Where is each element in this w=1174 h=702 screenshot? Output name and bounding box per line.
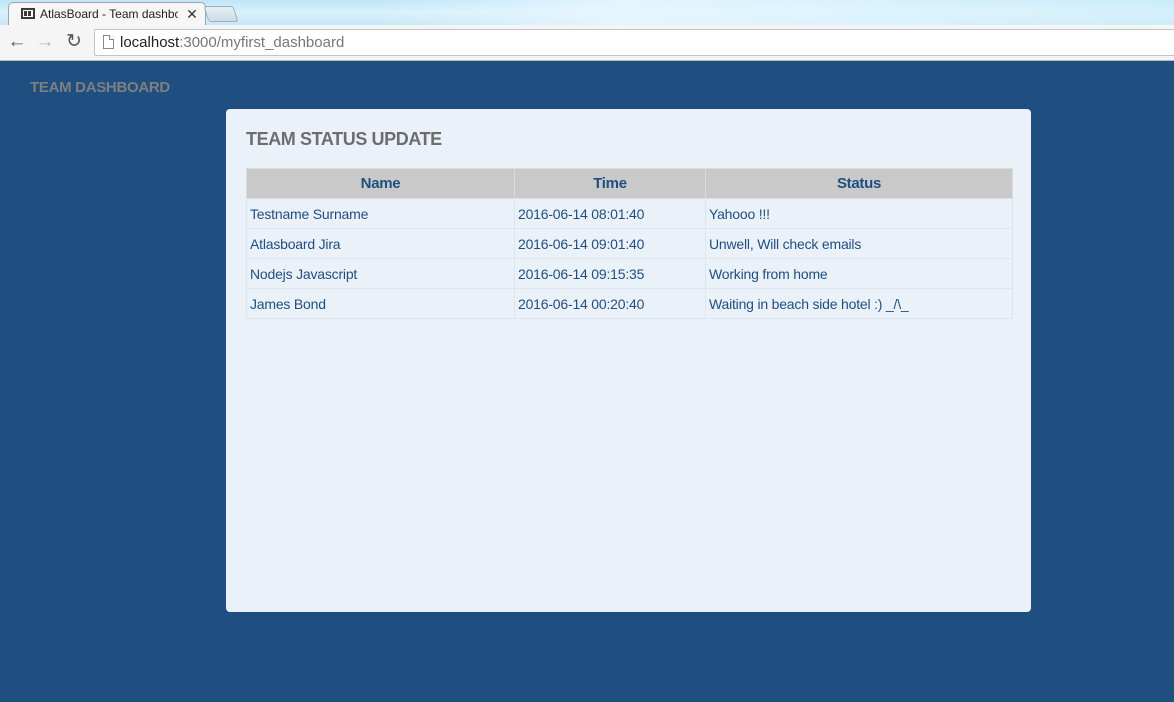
address-bar[interactable]: localhost:3000/myfirst_dashboard	[94, 29, 1174, 56]
status-table: Name Time Status Testname Surname 2016-0…	[246, 168, 1013, 319]
cell-status: Waiting in beach side hotel :) _/\_	[705, 288, 1013, 319]
dashboard-favicon-icon	[21, 8, 35, 19]
table-row: Nodejs Javascript 2016-06-14 09:15:35 Wo…	[246, 258, 1013, 289]
browser-chrome: AtlasBoard - Team dashboard ✕ ← → ↻ loca…	[0, 0, 1174, 61]
tab-title: AtlasBoard - Team dashboard	[40, 7, 178, 21]
table-row: Atlasboard Jira 2016-06-14 09:01:40 Unwe…	[246, 228, 1013, 259]
cell-status: Yahooo !!!	[705, 198, 1013, 229]
url-host: localhost	[120, 34, 180, 51]
cell-name: Atlasboard Jira	[246, 228, 515, 259]
url-path: :3000/myfirst_dashboard	[179, 34, 345, 51]
table-header-row: Name Time Status	[246, 168, 1013, 199]
team-status-widget: TEAM STATUS UPDATE Name Time Status Test…	[226, 109, 1031, 612]
cell-time: 2016-06-14 00:20:40	[514, 288, 706, 319]
cell-time: 2016-06-14 09:15:35	[514, 258, 706, 289]
new-tab-button[interactable]	[203, 6, 239, 22]
browser-tab[interactable]: AtlasBoard - Team dashboard ✕	[8, 2, 206, 25]
back-arrow-icon[interactable]: ←	[5, 28, 29, 56]
url-text[interactable]: localhost:3000/myfirst_dashboard	[120, 34, 344, 52]
column-header-time: Time	[514, 168, 706, 199]
column-header-name: Name	[246, 168, 515, 199]
page-icon	[103, 35, 114, 49]
widget-title: TEAM STATUS UPDATE	[246, 129, 442, 149]
dashboard-title: TEAM DASHBOARD	[30, 79, 170, 96]
table-row: James Bond 2016-06-14 00:20:40 Waiting i…	[246, 288, 1013, 319]
cell-name: Testname Surname	[246, 198, 515, 229]
reload-icon[interactable]: ↻	[62, 28, 86, 56]
column-header-status: Status	[705, 168, 1013, 199]
forward-arrow-icon[interactable]: →	[33, 28, 57, 56]
table-row: Testname Surname 2016-06-14 08:01:40 Yah…	[246, 198, 1013, 229]
cell-time: 2016-06-14 09:01:40	[514, 228, 706, 259]
close-icon[interactable]: ✕	[185, 6, 199, 22]
tab-strip-background	[380, 0, 1174, 25]
cell-status: Working from home	[705, 258, 1013, 289]
cell-name: Nodejs Javascript	[246, 258, 515, 289]
cell-time: 2016-06-14 08:01:40	[514, 198, 706, 229]
cell-name: James Bond	[246, 288, 515, 319]
tab-strip: AtlasBoard - Team dashboard ✕	[0, 0, 1174, 25]
browser-toolbar: ← → ↻ localhost:3000/myfirst_dashboard	[0, 25, 1174, 61]
cell-status: Unwell, Will check emails	[705, 228, 1013, 259]
